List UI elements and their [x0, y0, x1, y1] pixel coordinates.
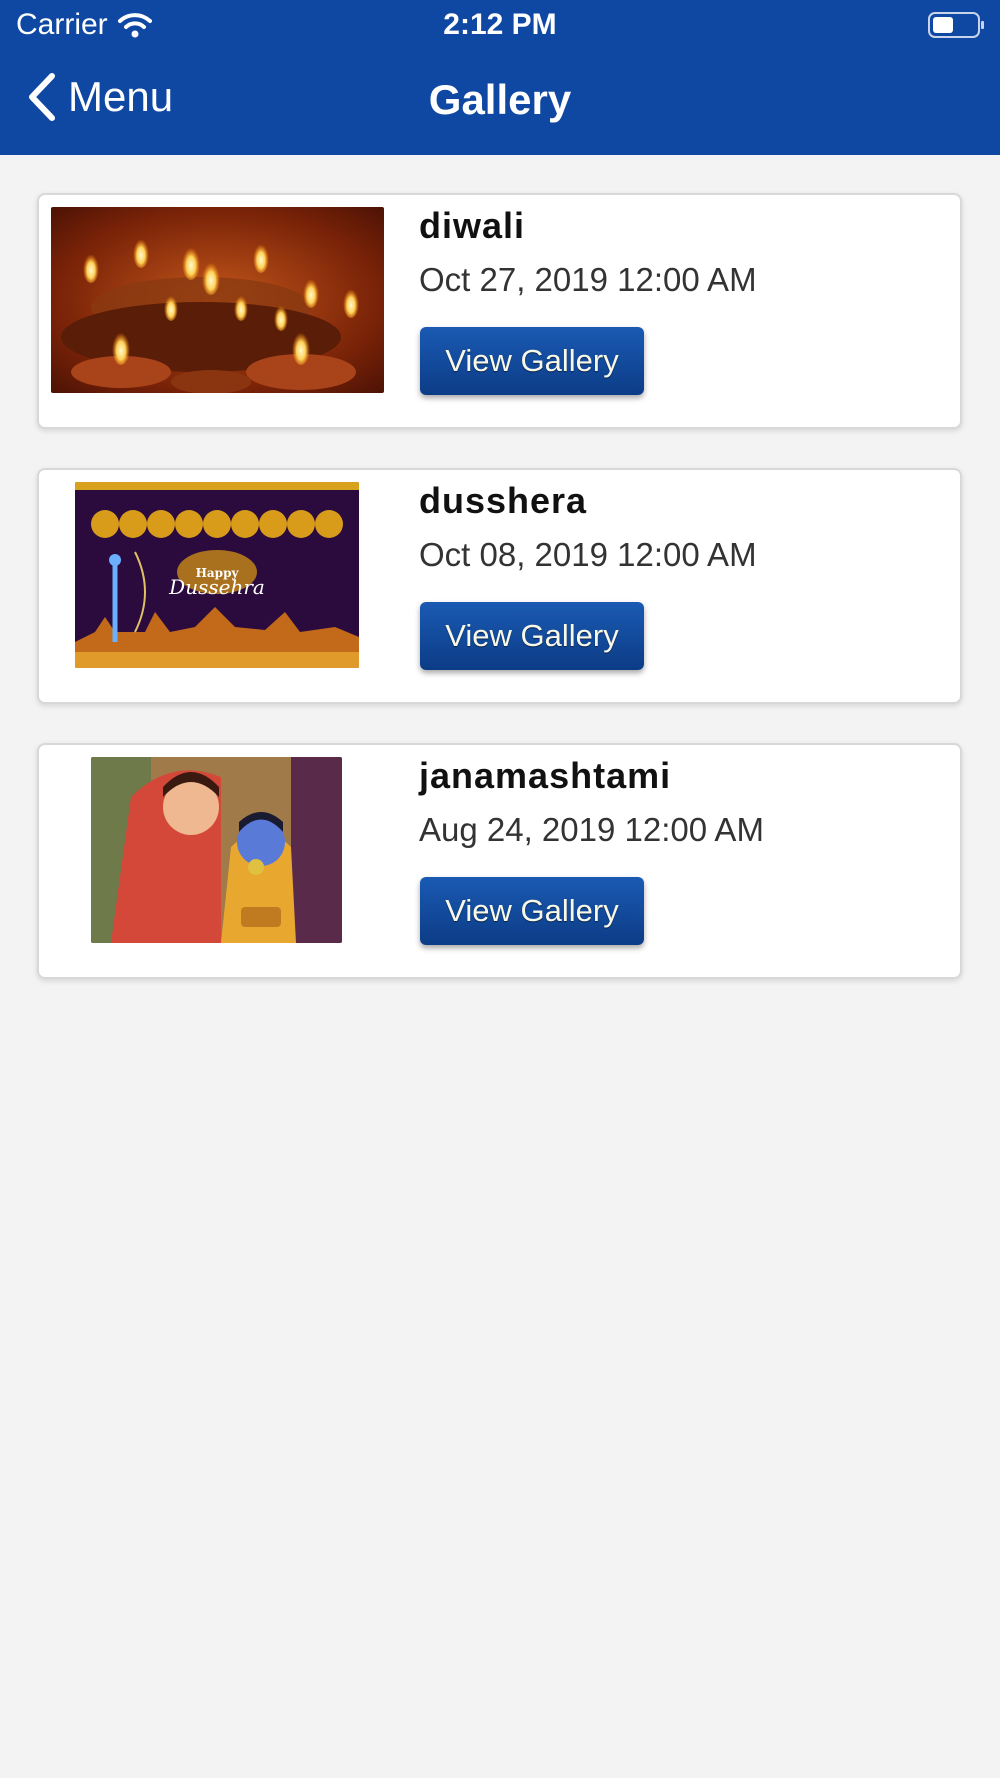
gallery-title: diwali: [419, 205, 526, 246]
gallery-card-dusshera: Happy Dussehra dusshera Oct 08, 2019 12:…: [37, 468, 962, 704]
diwali-lamps-image: [51, 207, 384, 393]
status-time: 2:12 PM: [443, 8, 557, 41]
gallery-card-diwali: diwali Oct 27, 2019 12:00 AM View Galler…: [37, 193, 962, 429]
page-title: Gallery: [428, 76, 572, 123]
gallery-title: janamashtami: [419, 755, 672, 796]
view-gallery-button[interactable]: View Gallery: [420, 877, 644, 945]
gallery-date: Oct 27, 2019 12:00 AM: [419, 261, 757, 298]
battery-icon: [928, 12, 984, 38]
gallery-card-janamashtami: janamashtami Aug 24, 2019 12:00 AM View …: [37, 743, 962, 979]
gallery-date: Oct 08, 2019 12:00 AM: [419, 536, 757, 573]
navigation-bar: Carrier 2:12 PM Menu Gallery: [0, 0, 1000, 155]
gallery-title: dusshera: [419, 480, 588, 521]
gallery-date: Aug 24, 2019 12:00 AM: [419, 811, 764, 848]
view-gallery-button[interactable]: View Gallery: [420, 602, 644, 670]
dussehra-title-text: Dussehra: [168, 575, 265, 599]
view-gallery-button[interactable]: View Gallery: [420, 327, 644, 395]
dussehra-image: Happy Dussehra: [75, 482, 359, 668]
krishna-image: [91, 757, 342, 943]
